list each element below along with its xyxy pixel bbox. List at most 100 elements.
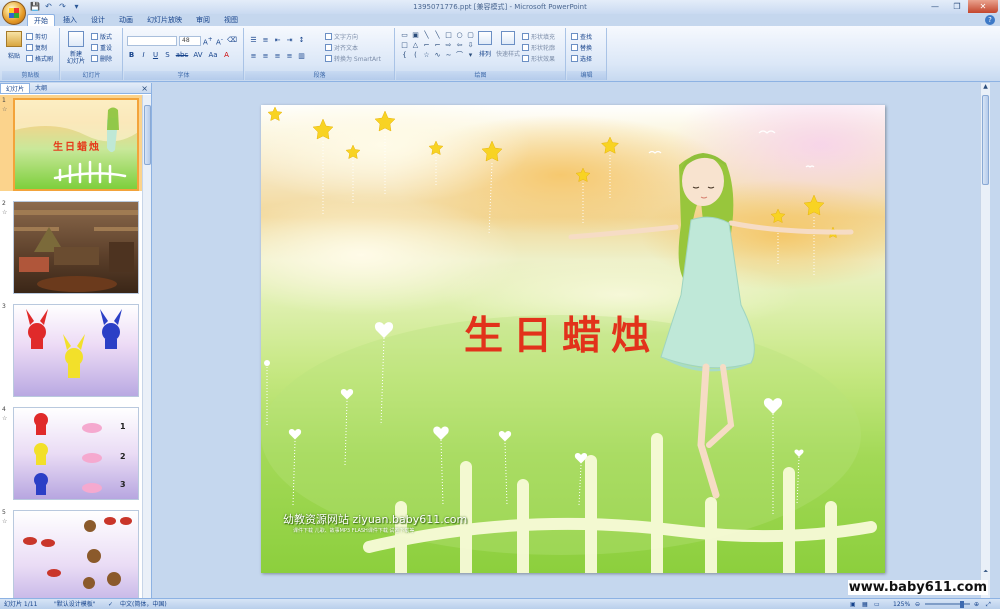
slide-title[interactable]: 生日蜡烛 <box>464 305 660 361</box>
slide-thumbnail-5[interactable]: 5 ☆ <box>0 507 142 598</box>
tab-slideshow[interactable]: 幻灯片放映 <box>141 14 188 26</box>
grow-font-button[interactable]: A+ <box>203 36 213 46</box>
elbow2-shape-icon[interactable]: ⌐ <box>433 41 442 49</box>
slide-thumbnail-3[interactable]: 3 <box>0 301 142 397</box>
smartart-button[interactable]: 转换为 SmartArt <box>325 54 381 63</box>
curve2-shape-icon[interactable]: ∼ <box>444 51 453 59</box>
arrange-button[interactable]: 排列 <box>476 31 494 58</box>
tab-review[interactable]: 审阅 <box>190 14 216 26</box>
image-shape-icon[interactable]: ▣ <box>411 31 420 39</box>
reset-button[interactable]: 重设 <box>91 43 112 52</box>
shrink-font-button[interactable]: A- <box>215 36 224 46</box>
font-color-button[interactable]: A <box>222 51 231 60</box>
arc-shape-icon[interactable]: ⌒ <box>455 51 464 59</box>
align-left-icon[interactable]: ≡ <box>249 52 258 61</box>
panel-scroll-thumb[interactable] <box>144 105 151 165</box>
textbox-shape-icon[interactable]: ▭ <box>400 31 409 39</box>
panel-scrollbar[interactable] <box>142 95 151 598</box>
tab-insert[interactable]: 插入 <box>57 14 83 26</box>
office-button[interactable] <box>2 1 26 25</box>
triangle-shape-icon[interactable]: △ <box>411 41 420 49</box>
shadow-button[interactable]: S <box>163 51 172 60</box>
paste-button[interactable]: 粘贴 <box>5 31 23 60</box>
slide-thumbnail-4[interactable]: 4 ☆ 1 2 3 <box>0 404 142 500</box>
tab-animations[interactable]: 动画 <box>113 14 139 26</box>
minimize-button[interactable]: — <box>924 0 946 13</box>
oval-shape-icon[interactable]: ○ <box>455 31 464 39</box>
cut-button[interactable]: 剪切 <box>26 32 47 41</box>
spellcheck-icon[interactable]: ✓ <box>108 600 113 609</box>
delete-slide-button[interactable]: 删除 <box>91 54 112 63</box>
help-icon[interactable]: ? <box>985 15 995 25</box>
tab-home[interactable]: 开始 <box>27 14 55 26</box>
slide-thumbnail-1[interactable]: 1 ☆ 生日蜡烛 <box>0 95 142 191</box>
line-shape-icon[interactable]: ╲ <box>422 31 431 39</box>
arrow-down-shape-icon[interactable]: ⇩ <box>466 41 475 49</box>
underline-button[interactable]: U <box>151 51 160 60</box>
new-slide-button[interactable]: 新建 幻灯片 <box>64 31 88 65</box>
shape-effects-button[interactable]: 形状效果 <box>522 54 555 63</box>
normal-view-icon[interactable]: ▣ <box>850 600 856 609</box>
language-indicator[interactable]: 中文(简体，中国) <box>120 600 167 609</box>
line-spacing-icon[interactable]: ↕ <box>297 36 306 45</box>
increase-indent-icon[interactable]: ⇥ <box>285 36 294 45</box>
align-right-icon[interactable]: ≡ <box>273 52 282 61</box>
bullets-icon[interactable]: ☰ <box>249 36 258 45</box>
arrow-right-shape-icon[interactable]: ⇨ <box>444 41 453 49</box>
zoom-in-icon[interactable]: ⊕ <box>974 600 979 609</box>
font-size-field[interactable]: 48 <box>179 36 201 46</box>
shape-outline-button[interactable]: 形状轮廓 <box>522 43 555 52</box>
layout-button[interactable]: 版式 <box>91 32 112 41</box>
italic-button[interactable]: I <box>139 51 148 60</box>
star-shape-icon[interactable]: ☆ <box>422 51 431 59</box>
tab-outline[interactable]: 大纲 <box>30 83 52 93</box>
scroll-up-icon[interactable]: ▲ <box>981 83 990 90</box>
tab-design[interactable]: 设计 <box>85 14 111 26</box>
copy-button[interactable]: 复制 <box>26 43 47 52</box>
zoom-slider-handle[interactable] <box>960 601 964 608</box>
rect2-shape-icon[interactable]: □ <box>400 41 409 49</box>
slide-thumbnail-2[interactable]: 2 ☆ <box>0 198 142 294</box>
line2-shape-icon[interactable]: ╲ <box>433 31 442 39</box>
slide-canvas[interactable]: 生日蜡烛 幼教资源网站 ziyuan.baby611.com 课件下载 儿歌、故… <box>261 105 885 573</box>
align-center-icon[interactable]: ≡ <box>261 52 270 61</box>
shapes-gallery[interactable]: ▭ ▣ ╲ ╲ □ ○ ▢ □ △ ⌐ ⌐ ⇨ ⇦ ⇩ {(☆ ∿ ∼ ⌒ ▾ <box>400 31 475 59</box>
select-button[interactable]: 选择 <box>571 54 592 63</box>
tab-slides[interactable]: 幻灯片 <box>0 83 31 93</box>
brace-shape-icon[interactable]: { <box>400 51 409 59</box>
strikethrough-button[interactable]: abc <box>175 51 189 60</box>
main-scrollbar[interactable]: ▲ ⏶ ⏷ ▼ <box>980 83 990 598</box>
replace-button[interactable]: 替换 <box>571 43 592 52</box>
format-painter-button[interactable]: 格式刷 <box>26 54 53 63</box>
spacing-button[interactable]: AV <box>192 51 204 60</box>
clear-format-button[interactable]: ⌫ <box>227 36 237 45</box>
rounded-shape-icon[interactable]: ▢ <box>466 31 475 39</box>
shape-fill-button[interactable]: 形状填充 <box>522 32 555 41</box>
change-case-button[interactable]: Aa <box>207 51 219 60</box>
justify-icon[interactable]: ≡ <box>285 52 294 61</box>
tab-view[interactable]: 视图 <box>218 14 244 26</box>
find-button[interactable]: 查找 <box>571 32 592 41</box>
maximize-button[interactable]: ❐ <box>946 0 968 13</box>
bracket-shape-icon[interactable]: ( <box>411 51 420 59</box>
more-shapes-icon[interactable]: ▾ <box>466 51 475 59</box>
align-text-button[interactable]: 对齐文本 <box>325 43 358 52</box>
curve-shape-icon[interactable]: ∿ <box>433 51 442 59</box>
numbering-icon[interactable]: ≡ <box>261 36 270 45</box>
elbow-shape-icon[interactable]: ⌐ <box>422 41 431 49</box>
decrease-indent-icon[interactable]: ⇤ <box>273 36 282 45</box>
close-button[interactable]: ✕ <box>968 0 998 13</box>
close-panel-icon[interactable]: × <box>141 83 148 94</box>
font-name-field[interactable] <box>127 36 177 46</box>
fit-window-icon[interactable]: ⤢ <box>986 600 991 609</box>
sorter-view-icon[interactable]: ▦ <box>862 600 868 609</box>
bold-button[interactable]: B <box>127 51 136 60</box>
zoom-out-icon[interactable]: ⊖ <box>915 600 920 609</box>
quick-styles-button[interactable]: 快速样式 <box>496 31 520 58</box>
columns-icon[interactable]: ▥ <box>297 52 306 61</box>
zoom-level[interactable]: 125% <box>893 600 910 609</box>
rect-shape-icon[interactable]: □ <box>444 31 453 39</box>
prev-slide-icon[interactable]: ⏶ <box>981 568 990 576</box>
main-scroll-thumb[interactable] <box>982 95 989 185</box>
text-direction-button[interactable]: 文字方向 <box>325 32 358 41</box>
